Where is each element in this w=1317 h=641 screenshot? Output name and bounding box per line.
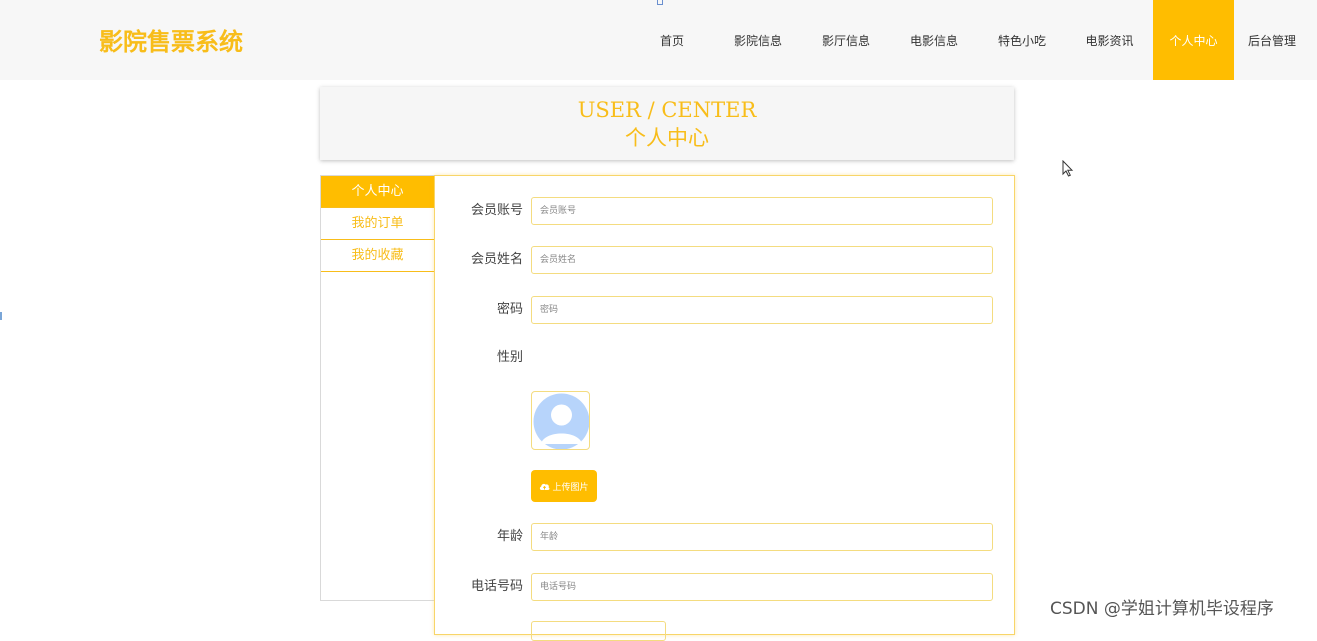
nav-item-user-center[interactable]: 个人中心 [1153,0,1234,80]
next-field-input[interactable] [531,621,666,641]
password-input[interactable] [531,296,993,324]
nav-item-movie-info[interactable]: 电影信息 [890,0,978,80]
account-label: 会员账号 [470,203,523,218]
nav-item-hall-info[interactable]: 影厅信息 [802,0,890,80]
window-edge-marker-left [0,312,2,320]
page-title-cn: 个人中心 [625,126,709,150]
nav-item-cinema-info[interactable]: 影院信息 [714,0,802,80]
main-nav: 首页 影院信息 影厅信息 电影信息 特色小吃 电影资讯 个人中心 后台管理 [630,0,1310,80]
name-input[interactable] [531,246,993,274]
mouse-cursor-icon [1062,159,1074,181]
form-row-age: 年龄 [435,522,1015,552]
name-label: 会员姓名 [470,252,523,267]
age-input[interactable] [531,523,993,551]
page-header-card: USER / CENTER 个人中心 [320,87,1014,160]
top-navbar: 影院售票系统 首页 影院信息 影厅信息 电影信息 特色小吃 电影资讯 个人中心 … [0,0,1317,80]
age-label: 年龄 [496,529,523,544]
user-sidebar: 个人中心 我的订单 我的收藏 [320,175,435,601]
page-title-en: USER / CENTER [577,98,757,122]
sidebar-item-orders[interactable]: 我的订单 [321,208,434,240]
upload-image-button[interactable]: 上传图片 [531,470,597,502]
cloud-upload-icon [540,483,550,490]
nav-item-admin[interactable]: 后台管理 [1234,0,1310,80]
nav-item-movie-news[interactable]: 电影资讯 [1066,0,1153,80]
password-label: 密码 [496,302,523,317]
gender-label: 性别 [496,350,523,365]
account-input[interactable] [531,197,993,225]
user-avatar-icon [533,393,589,449]
phone-label: 电话号码 [470,579,523,594]
phone-input[interactable] [531,573,993,601]
form-row-password: 密码 [435,295,1015,325]
form-row-gender: 性别 [435,343,1015,373]
app-logo[interactable]: 影院售票系统 [99,22,243,57]
sidebar-item-favorites[interactable]: 我的收藏 [321,240,434,272]
nav-item-snacks[interactable]: 特色小吃 [978,0,1066,80]
form-row-phone: 电话号码 [435,572,1015,602]
upload-button-label: 上传图片 [552,482,589,493]
nav-item-home[interactable]: 首页 [630,0,714,80]
avatar-preview[interactable] [531,391,590,450]
form-row-account: 会员账号 [435,196,1015,226]
profile-form-panel: 会员账号 会员姓名 密码 性别 上传图片 年龄 电话号码 [434,175,1015,641]
csdn-watermark: CSDN @学姐计算机毕设程序 [1050,599,1274,619]
sidebar-item-user-center[interactable]: 个人中心 [321,176,434,208]
form-row-name: 会员姓名 [435,245,1015,275]
window-edge-marker [657,0,663,5]
